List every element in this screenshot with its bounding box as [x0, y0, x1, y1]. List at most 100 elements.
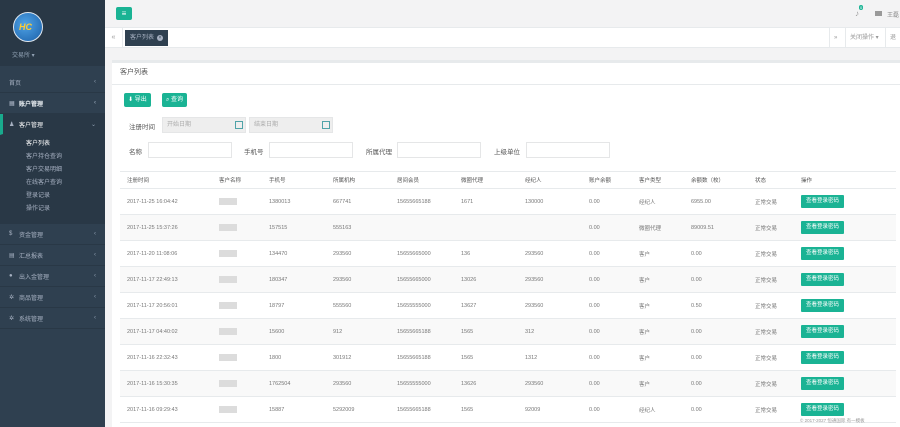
table-cell: 15655665000 — [390, 266, 454, 293]
calendar-icon[interactable] — [322, 121, 330, 129]
sidebar-item-products[interactable]: ✲ 商品管理 ‹ — [0, 287, 105, 308]
customer-table: 注册时间 客户名称 手机号 所属机构 居间会员 微圈代理 经纪人 账户余额 客户… — [120, 171, 896, 423]
table-row: 2017-11-16 15:30:35 1762504 293560 15655555… — [120, 370, 896, 397]
top-user-name[interactable]: 王磊 — [887, 10, 899, 19]
exit-button[interactable]: 退 — [885, 28, 900, 48]
table-cell: 2017-11-17 04:40:02 — [120, 318, 212, 345]
parent-unit-input[interactable] — [526, 142, 610, 158]
table-cell: 1312 — [518, 344, 582, 371]
cell-text: 0.00 — [589, 276, 600, 283]
cell-text: 2017-11-16 22:32:43 — [127, 354, 178, 361]
table-cell: 正常交易 — [748, 292, 794, 319]
sidebar-item-reports[interactable]: ▤ 汇总报表 ‹ — [0, 245, 105, 266]
mail-icon[interactable] — [875, 11, 882, 16]
table-cell: 180347 — [262, 266, 326, 293]
view-password-button[interactable]: 查看登录密码 — [801, 377, 845, 390]
sidebar-header: HC 交易所 ▾ — [0, 0, 105, 66]
start-date-input[interactable]: 开始日期 — [162, 117, 246, 133]
col-phone[interactable]: 手机号 — [262, 171, 326, 189]
search-label: 查询 — [171, 97, 184, 103]
cell-text: 客户 — [639, 303, 651, 310]
cell-text: 2017-11-17 22:49:13 — [127, 276, 178, 283]
cell-text: 正常交易 — [755, 251, 778, 258]
export-label: 导出 — [134, 97, 147, 103]
sidebar-item-system[interactable]: ✲ 系统管理 ‹ — [0, 308, 105, 329]
col-balance[interactable]: 账户余额 — [582, 171, 632, 189]
table-cell: 正常交易 — [748, 188, 794, 215]
view-password-button[interactable]: 查看登录密码 — [801, 325, 845, 338]
cell-text: 15655665000 — [397, 276, 431, 283]
view-password-button[interactable]: 查看登录密码 — [801, 351, 845, 364]
col-customer-type[interactable]: 客户类型 — [632, 171, 684, 189]
view-password-button[interactable]: 查看登录密码 — [801, 221, 845, 234]
sidebar-user[interactable]: 交易所 ▾ — [12, 50, 35, 59]
table-cell: 2017-11-20 11:08:06 — [120, 240, 212, 267]
sidebar-item-accounts[interactable]: ▦ 账户管理 ‹ — [0, 93, 105, 114]
col-agent[interactable]: 经纪人 — [518, 171, 582, 189]
cell-text: 2017-11-20 11:08:06 — [127, 250, 178, 257]
cell-text: 15655665188 — [397, 328, 431, 335]
cell-text: 0.00 — [589, 354, 600, 361]
sidebar-item-label: 出入金管理 — [19, 274, 50, 281]
cell-text: 0.00 — [589, 250, 600, 257]
table-cell: 0.00 — [582, 240, 632, 267]
cell-text: 微圈代理 — [639, 225, 662, 232]
submenu-trade-details[interactable]: 客户交易明细 — [0, 164, 105, 177]
col-coin-balance[interactable]: 余额数（枚） — [684, 171, 748, 189]
cell-text: 1800 — [269, 354, 282, 361]
table-cell: 正常交易 — [748, 318, 794, 345]
table-cell: 0.00 — [582, 214, 632, 241]
submenu-login-log[interactable]: 登录记录 — [0, 190, 105, 203]
cell-text: 1565 — [461, 328, 474, 335]
chevron-left-icon: ‹ — [94, 273, 96, 279]
tab-customer-list[interactable]: 客户列表 × — [125, 30, 169, 46]
redacted-name — [219, 328, 237, 335]
search-button[interactable]: ⌕ 查询 — [162, 93, 188, 107]
end-date-input[interactable]: 结束日期 — [249, 117, 333, 133]
col-reg-time[interactable]: 注册时间 — [120, 171, 212, 189]
table-row: 2017-11-17 20:56:01 18797 555560 1565555500… — [120, 292, 896, 319]
bell-icon[interactable]: ♪ — [855, 9, 859, 18]
col-wechat-agent[interactable]: 微圈代理 — [454, 171, 518, 189]
col-status[interactable]: 状态 — [748, 171, 794, 189]
cell-text: 正常交易 — [755, 277, 778, 284]
menu-toggle-button[interactable]: ≡ — [116, 7, 132, 20]
cell-text: 客户 — [639, 329, 651, 336]
view-password-button[interactable]: 查看登录密码 — [801, 273, 845, 286]
sidebar-item-deposits[interactable]: ● 出入金管理 ‹ — [0, 266, 105, 287]
sidebar-item-funds[interactable]: $ 资金管理 ‹ — [0, 224, 105, 245]
col-institution[interactable]: 所属机构 — [326, 171, 390, 189]
phone-input[interactable] — [269, 142, 353, 158]
calendar-icon[interactable] — [235, 121, 243, 129]
circle-icon: ● — [9, 273, 13, 279]
view-password-button[interactable]: 查看登录密码 — [801, 247, 845, 260]
view-password-button[interactable]: 查看登录密码 — [801, 403, 845, 416]
submenu-customer-list[interactable]: 客户列表 — [0, 138, 105, 151]
submenu-operation-log[interactable]: 操作记录 — [0, 203, 105, 216]
table-cell: 134470 — [262, 240, 326, 267]
table-cell: 130000 — [518, 188, 582, 215]
table-cell: 293560 — [326, 240, 390, 267]
sidebar-item-customers[interactable]: ♟ 客户管理 ⌄ — [0, 114, 105, 135]
submenu-online[interactable]: 在线客户查询 — [0, 177, 105, 190]
col-broker-member[interactable]: 居间会员 — [390, 171, 454, 189]
agent-input[interactable] — [397, 142, 481, 158]
table-cell: 89009.51 — [684, 214, 748, 241]
redacted-name — [219, 276, 237, 283]
view-password-button[interactable]: 查看登录密码 — [801, 299, 845, 312]
cell-text: 正常交易 — [755, 355, 778, 362]
table-cell — [518, 214, 582, 241]
table-cell: 293560 — [518, 292, 582, 319]
export-button[interactable]: ⬇ 导出 — [124, 93, 151, 107]
sidebar-item-label: 汇总报表 — [19, 253, 44, 260]
col-customer-name[interactable]: 客户名称 — [212, 171, 262, 189]
sidebar-item-home[interactable]: 首页 ‹ — [0, 72, 105, 93]
tab-scroll-right-button[interactable]: » — [829, 28, 841, 48]
submenu-positions[interactable]: 客户持仓查询 — [0, 151, 105, 164]
tab-scroll-left-button[interactable]: « — [105, 28, 123, 48]
close-actions-dropdown[interactable]: 关闭操作 ▾ — [845, 28, 883, 48]
close-icon[interactable]: × — [157, 35, 164, 41]
table-cell: 2017-11-16 15:30:35 — [120, 370, 212, 397]
name-input[interactable] — [148, 142, 232, 158]
view-password-button[interactable]: 查看登录密码 — [801, 195, 845, 208]
